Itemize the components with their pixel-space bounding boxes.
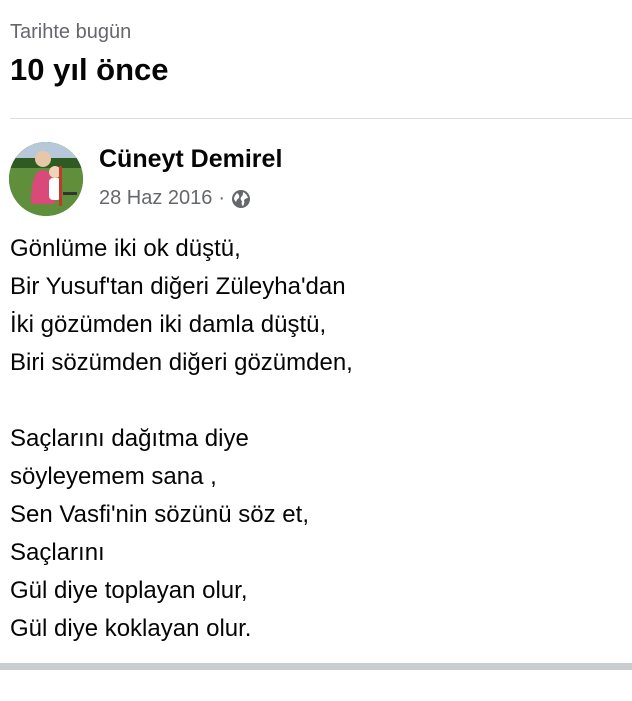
post-date[interactable]: 28 Haz 2016 [99, 187, 212, 210]
divider [10, 118, 632, 119]
memory-subtitle: Tarihte bugün [10, 21, 132, 43]
globe-icon [231, 189, 251, 209]
memory-title: 10 yıl önce [10, 52, 169, 87]
avatar[interactable] [9, 142, 83, 216]
post-line: Gönlüme iki ok düştü, [10, 235, 241, 262]
memory-header: Tarihte bugün 10 yıl önce [10, 18, 169, 90]
post-line-blank [10, 382, 622, 420]
post-line: Gül diye toplayan olur, [10, 577, 248, 604]
post-line: söyleyemem sana , [10, 463, 217, 490]
post-header: Cüneyt Demirel 28 Haz 2016 · [9, 142, 622, 218]
post-line: Biri sözümden diğeri gözümden, [10, 349, 353, 376]
post-text: Gönlüme iki ok düştü, Bir Yusuf'tan diğe… [10, 230, 622, 648]
post-meta: 28 Haz 2016 · [99, 187, 251, 210]
post-line: Sen Vasfi'nin sözünü söz et, [10, 501, 309, 528]
post-line: Saçlarını [10, 539, 105, 566]
section-divider [0, 663, 632, 670]
post-author[interactable]: Cüneyt Demirel [99, 145, 282, 174]
meta-separator: · [218, 187, 226, 209]
post-line: Bir Yusuf'tan diğeri Züleyha'dan [10, 273, 346, 300]
post-line: Saçlarını dağıtma diye [10, 425, 249, 452]
post-line: İki gözümden iki damla düştü, [10, 311, 327, 338]
post-line: Gül diye koklayan olur. [10, 615, 252, 642]
